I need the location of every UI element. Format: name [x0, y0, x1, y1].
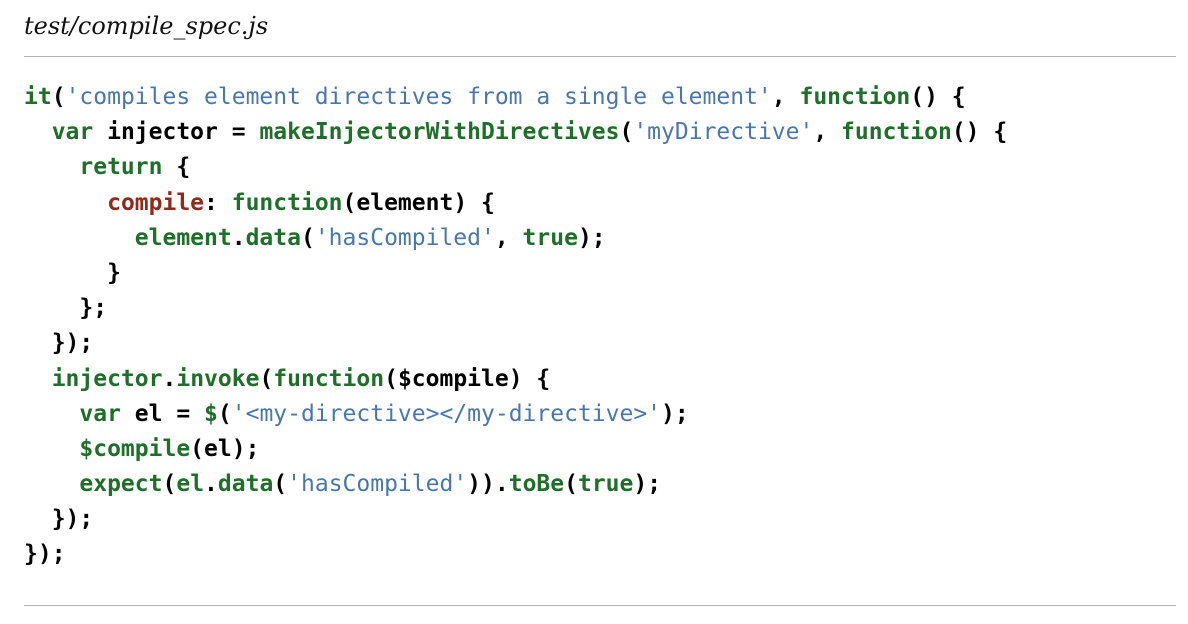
code-line: }); [24, 537, 1007, 572]
code-string: '<my-directive></my-directive>' [231, 400, 662, 427]
code-keyword: var [79, 400, 121, 427]
code-punctuation: ); [633, 471, 662, 498]
code-identifier: expect [79, 471, 163, 498]
code-variable: injector [93, 119, 232, 146]
code-identifier: makeInjectorWithDirectives [259, 119, 620, 146]
code-punctuation: ( [190, 435, 205, 462]
top-divider [24, 56, 1176, 57]
code-keyword: return [79, 154, 163, 181]
code-line: element.data('hasCompiled', true); [24, 221, 1007, 256]
code-punctuation: }; [24, 295, 108, 322]
code-line: }); [24, 502, 1007, 537]
code-line: $compile(el); [24, 432, 1007, 467]
code-line: var injector = makeInjectorWithDirective… [24, 115, 1008, 150]
code-string: 'hasCompiled' [314, 224, 495, 251]
code-identifier: toBe [508, 471, 565, 498]
code-punctuation: ); [231, 435, 260, 462]
code-punctuation [24, 401, 79, 427]
code-keyword: true [577, 471, 634, 498]
bottom-divider [24, 605, 1176, 606]
code-keyword: true [522, 224, 578, 251]
code-keyword: var [51, 119, 94, 146]
code-punctuation: ( [300, 224, 315, 251]
code-punctuation [24, 366, 52, 392]
code-keyword: function [799, 84, 911, 110]
code-punctuation: , [813, 119, 842, 146]
code-keyword: function [841, 119, 952, 146]
code-punctuation: , [494, 224, 523, 251]
code-punctuation: }); [24, 541, 66, 568]
code-string: 'myDirective' [633, 119, 814, 146]
code-punctuation: }); [24, 506, 94, 533]
code-punctuation: ( [51, 84, 66, 110]
code-punctuation: ); [661, 400, 689, 427]
code-identifier: element [134, 224, 232, 251]
code-identifier: invoke [176, 365, 260, 392]
code-punctuation: } [24, 259, 121, 286]
code-punctuation [24, 119, 52, 145]
code-punctuation [24, 436, 79, 462]
code-punctuation: = [231, 119, 260, 146]
code-line: injector.invoke(function($compile) { [24, 362, 1007, 397]
code-punctuation: ( [273, 471, 288, 498]
code-variable: el [204, 435, 232, 462]
code-identifier: injector [51, 365, 163, 392]
code-punctuation [24, 190, 107, 216]
code-identifier: el [176, 471, 205, 498]
code-punctuation: ) { [508, 365, 551, 392]
code-line: expect(el.data('hasCompiled')).toBe(true… [24, 467, 1007, 502]
code-identifier: it [24, 84, 52, 110]
code-punctuation: . [231, 224, 246, 251]
code-punctuation: () { [910, 84, 966, 110]
code-keyword: function [273, 365, 385, 392]
code-string: 'compiles element directives from a sing… [65, 84, 772, 110]
code-punctuation [24, 154, 79, 180]
code-punctuation: )). [467, 471, 509, 498]
code-punctuation: . [162, 365, 177, 392]
code-identifier: $ [204, 400, 218, 427]
code-line: it('compiles element directives from a s… [24, 80, 1007, 115]
code-punctuation: ( [564, 471, 578, 498]
code-variable: $compile [397, 365, 509, 392]
code-line: compile: function(element) { [24, 186, 1007, 221]
code-variable: element [356, 189, 454, 216]
code-line: } [24, 256, 1007, 291]
code-punctuation: , [771, 84, 800, 110]
file-name-caption: test/compile_spec.js [24, 12, 269, 40]
code-identifier: data [217, 471, 274, 498]
code-string: 'hasCompiled' [287, 471, 468, 498]
code-block: it('compiles element directives from a s… [24, 80, 1007, 573]
code-line: }; [24, 291, 1007, 326]
code-punctuation: ( [342, 189, 357, 216]
code-punctuation: ( [217, 400, 232, 427]
code-punctuation: { [162, 154, 191, 181]
code-property: compile [107, 189, 205, 216]
code-line: return { [24, 150, 1007, 185]
code-punctuation [24, 225, 135, 251]
code-punctuation: ) { [453, 189, 495, 216]
code-punctuation [24, 471, 79, 497]
code-punctuation: . [204, 471, 218, 498]
code-punctuation: : [204, 189, 232, 216]
code-punctuation: ); [577, 224, 606, 251]
code-punctuation: ( [259, 365, 274, 392]
code-variable: el [120, 400, 177, 427]
code-line: var el = $('<my-directive></my-directive… [24, 397, 1007, 432]
code-punctuation: ( [162, 471, 177, 498]
code-keyword: function [231, 189, 343, 216]
code-punctuation: () { [951, 119, 1008, 146]
code-identifier: $compile [79, 435, 191, 462]
code-punctuation: ( [384, 365, 398, 392]
code-identifier: data [245, 224, 301, 251]
code-punctuation: }); [24, 330, 94, 357]
code-punctuation: = [176, 400, 205, 427]
code-punctuation: ( [619, 119, 634, 146]
code-line: }); [24, 326, 1007, 361]
